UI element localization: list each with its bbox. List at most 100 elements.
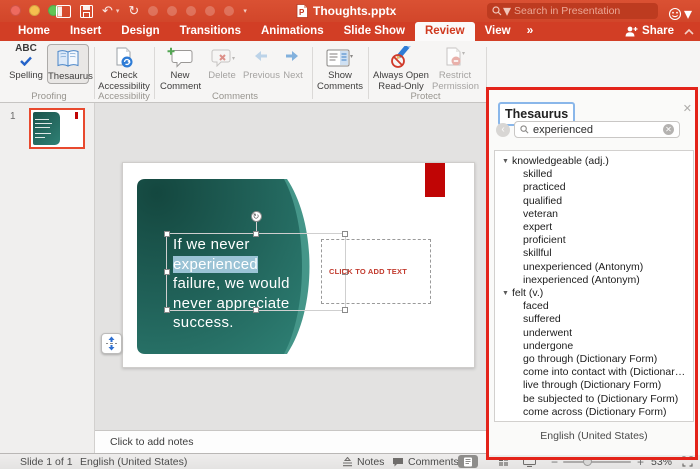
resize-handle-s[interactable] [253, 307, 259, 313]
sidebar-icon[interactable] [56, 4, 71, 18]
collapse-ribbon-icon[interactable] [684, 28, 694, 36]
thesaurus-result-item[interactable]: undergone [495, 340, 693, 353]
resize-handle-w[interactable] [164, 269, 170, 275]
tab-home[interactable]: Home [8, 22, 60, 41]
search-in-presentation[interactable]: ▾ Search in Presentation [487, 1, 658, 21]
thesaurus-search-field[interactable]: ✕ [514, 121, 680, 138]
tab-view[interactable]: View [475, 22, 521, 41]
spelling-button[interactable]: ABC Spelling [6, 44, 46, 82]
tab-overflow-chevron-icon[interactable]: » [521, 20, 540, 41]
presenter-view-icon[interactable] [523, 457, 536, 467]
thesaurus-result-item[interactable]: live through (Dictionary Form) [495, 379, 693, 392]
restrict-permission-icon: ▾ [432, 44, 478, 71]
clear-search-icon[interactable]: ✕ [663, 124, 674, 135]
thesaurus-result-item[interactable]: practiced [495, 181, 693, 194]
task-pane-icon [464, 457, 472, 466]
content-placeholder-text: CLICK TO ADD TEXT [329, 267, 407, 276]
slide-canvas[interactable]: If we never experienced failure, we would n… [122, 162, 475, 368]
thesaurus-result-item[interactable]: veteran [495, 208, 693, 221]
disclosure-triangle-icon[interactable]: ▼ [502, 158, 509, 165]
resize-handle-sw[interactable] [164, 307, 170, 313]
disabled-toolbar-icon [205, 6, 216, 16]
tab-transitions[interactable]: Transitions [170, 22, 251, 41]
thesaurus-result-item[interactable]: skillful [495, 247, 693, 260]
zoom-level[interactable]: 53% [651, 456, 672, 468]
share-button[interactable]: Share [624, 25, 674, 37]
new-comment-button[interactable]: New Comment [160, 44, 201, 92]
share-label: Share [642, 25, 674, 37]
notes-area[interactable]: Click to add notes [95, 430, 487, 453]
check-accessibility-button[interactable]: Check Accessibility [98, 44, 150, 92]
thesaurus-result-item[interactable]: suffered [495, 313, 693, 326]
autofit-options-button[interactable] [101, 333, 122, 354]
notes-icon [343, 457, 352, 467]
show-comments-button[interactable]: ▾ Show Comments [316, 44, 364, 92]
thesaurus-section-header[interactable]: ▼ knowledgeable (adj.) [495, 155, 693, 168]
notes-toggle[interactable]: Notes [342, 456, 384, 468]
thumbnail-text-line [35, 133, 51, 134]
slide-thumbnail-panel: 1 [0, 103, 95, 453]
thesaurus-result-item[interactable]: unexperienced (Antonym) [495, 261, 693, 274]
tab-design[interactable]: Design [111, 22, 169, 41]
resize-handle-nw[interactable] [164, 231, 170, 237]
close-pane-icon[interactable]: ✕ [683, 102, 692, 115]
tab-review[interactable]: Review [414, 22, 475, 41]
thesaurus-result-item[interactable]: come across (Dictionary Form) [495, 406, 693, 419]
thesaurus-result-item[interactable]: go through (Dictionary Form) [495, 353, 693, 366]
red-accent-shape[interactable] [425, 163, 445, 197]
group-separator [94, 47, 95, 99]
tab-slide-show[interactable]: Slide Show [334, 22, 415, 41]
resize-handle-se[interactable] [342, 307, 348, 313]
save-icon[interactable] [80, 4, 93, 18]
slide-sorter-icon[interactable] [499, 457, 508, 466]
minimize-window-icon[interactable] [29, 5, 40, 16]
show-comments-icon: ▾ [316, 44, 364, 71]
comments-toggle[interactable]: Comments [392, 456, 459, 468]
tab-animations[interactable]: Animations [251, 22, 334, 41]
proofing-group-label: Proofing [31, 91, 67, 102]
tab-insert[interactable]: Insert [60, 22, 111, 41]
fit-slide-to-window-icon[interactable] [682, 456, 693, 467]
thesaurus-result-item[interactable]: come into contact with (Dictionar… [495, 366, 693, 379]
thesaurus-result-item[interactable]: qualified [495, 195, 693, 208]
protect-group-label: Protect [410, 91, 441, 102]
task-pane-toggle-active[interactable] [458, 455, 478, 468]
zoom-slider-knob[interactable] [583, 457, 592, 466]
thesaurus-result-item[interactable]: expert [495, 221, 693, 234]
thesaurus-result-item[interactable]: inexperienced (Antonym) [495, 274, 693, 287]
always-open-read-only-button[interactable]: Always Open Read-Only [373, 44, 429, 92]
thesaurus-result-item[interactable]: underwent [495, 327, 693, 340]
zoom-in-icon[interactable]: + [637, 455, 644, 469]
next-comment-button[interactable]: Next [279, 44, 307, 82]
zoom-out-icon[interactable]: − [551, 455, 558, 469]
disclosure-triangle-icon[interactable]: ▼ [502, 290, 509, 297]
thesaurus-result-item[interactable]: skilled [495, 168, 693, 181]
feedback-control[interactable]: ▾ [668, 4, 692, 24]
language-status[interactable]: English (United States) [80, 456, 187, 468]
thesaurus-result-item[interactable]: faced [495, 300, 693, 313]
slide-thumbnail[interactable] [29, 108, 85, 149]
slide-counter: Slide 1 of 1 [20, 456, 73, 468]
undo-dropdown-icon[interactable]: ▾ [116, 7, 120, 15]
thumbnail-slide-number: 1 [10, 111, 16, 122]
thesaurus-result-item[interactable]: proficient [495, 234, 693, 247]
thumbnail-teal-shape [33, 112, 60, 145]
undo-icon[interactable]: ↶ [102, 3, 113, 19]
notes-placeholder: Click to add notes [110, 436, 194, 448]
rotate-handle-icon[interactable]: ↻ [250, 211, 262, 222]
resize-handle-ne[interactable] [342, 231, 348, 237]
back-icon[interactable]: ‹ [496, 123, 510, 137]
thesaurus-result-item[interactable]: be subjected to (Dictionary Form) [495, 393, 693, 406]
svg-text:▾: ▾ [350, 54, 353, 60]
redo-icon[interactable]: ↻ [128, 3, 139, 19]
customize-toolbar-chevron-icon[interactable]: ▾ [243, 7, 247, 15]
resize-handle-n[interactable] [253, 231, 259, 237]
thesaurus-search-input[interactable] [533, 123, 659, 136]
text-box-selection[interactable]: ↻ [164, 211, 348, 313]
search-scope-chevron-icon[interactable]: ▾ [503, 1, 511, 21]
thesaurus-section-header[interactable]: ▼ felt (v.) [495, 287, 693, 300]
close-window-icon[interactable] [10, 5, 21, 16]
content-placeholder[interactable]: CLICK TO ADD TEXT [321, 239, 431, 304]
thesaurus-button[interactable]: Thesaurus [47, 44, 93, 84]
zoom-slider[interactable] [563, 457, 631, 466]
